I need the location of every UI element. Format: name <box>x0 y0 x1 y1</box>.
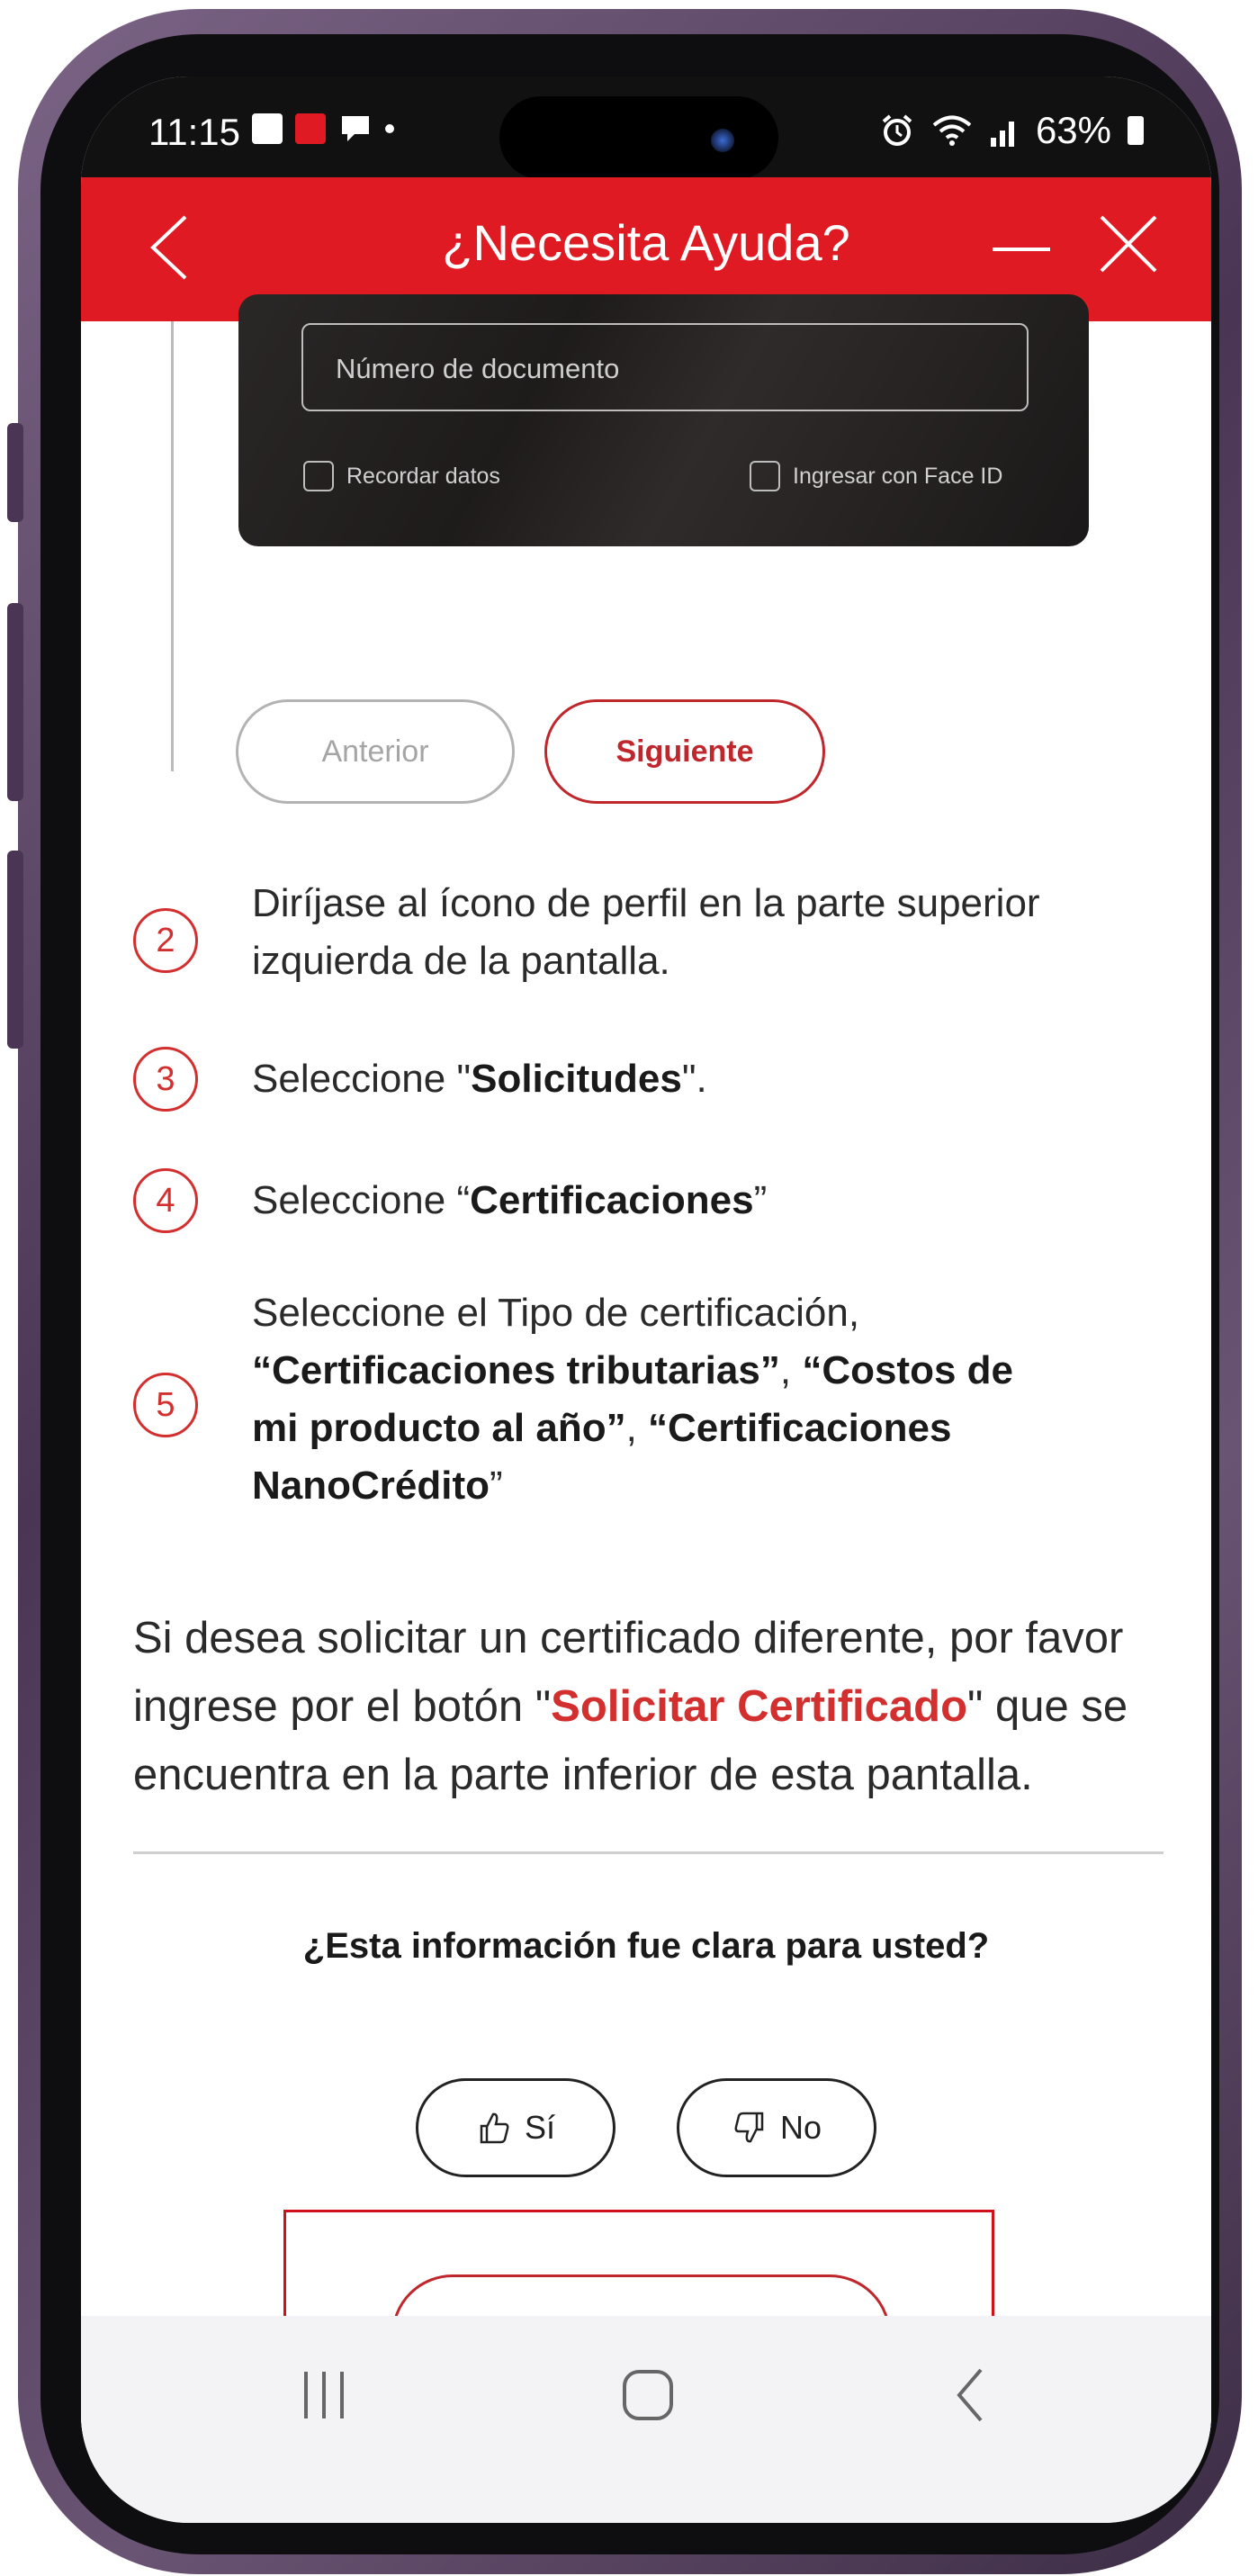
step-text: Seleccione "Solicitudes". <box>252 1057 707 1101</box>
status-time: 11:15 <box>148 111 240 153</box>
checkbox-icon <box>750 461 780 491</box>
next-button[interactable]: Siguiente <box>544 699 825 804</box>
camera-icon <box>711 129 734 152</box>
wifi-icon <box>932 115 972 146</box>
step-number: 2 <box>133 908 198 973</box>
step-number: 4 <box>133 1168 198 1233</box>
checkbox-icon <box>303 461 334 491</box>
remember-data-label: Recordar datos <box>346 463 500 489</box>
dot-icon <box>385 124 394 133</box>
face-id-label: Ingresar con Face ID <box>793 463 1003 489</box>
signal-icon <box>990 122 1014 147</box>
divider <box>133 1851 1164 1854</box>
back-icon[interactable] <box>936 2359 1008 2431</box>
login-screenshot-preview: Número de documento Recordar datos Ingre… <box>238 294 1089 546</box>
step-number: 3 <box>133 1047 198 1112</box>
minimize-icon[interactable] <box>985 213 1057 285</box>
alarm-icon <box>882 114 912 146</box>
recent-apps-icon[interactable] <box>288 2359 360 2431</box>
power-button <box>7 851 23 1049</box>
feedback-yes-button[interactable]: Sí <box>416 2078 616 2177</box>
step-text: Diríjase al ícono de perfil en la parte … <box>252 881 1040 983</box>
previous-button[interactable]: Anterior <box>236 699 515 804</box>
battery-percent: 63% <box>1035 109 1111 151</box>
volume-down-button <box>7 603 23 801</box>
home-icon[interactable] <box>612 2359 684 2431</box>
battery-icon <box>1128 116 1144 145</box>
system-status-icons: 63% <box>879 109 1144 152</box>
thumbs-up-icon <box>480 2112 509 2144</box>
feedback-question: ¿Esta información fue clara para usted? <box>302 1926 990 1966</box>
no-label: No <box>779 2109 822 2146</box>
remember-data-checkbox: Recordar datos <box>303 461 500 491</box>
app-icon <box>295 113 326 144</box>
status-bar: 11:15 63% <box>81 77 1211 179</box>
document-number-field: Número de documento <box>301 323 1029 411</box>
solicitar-certificado-highlight: Solicitar Certificado <box>551 1682 968 1731</box>
timeline-line <box>171 321 174 771</box>
step-number: 5 <box>133 1373 198 1437</box>
yes-label: Sí <box>524 2109 555 2146</box>
info-paragraph: Si desea solicitar un certificado difere… <box>133 1614 1128 1799</box>
thumbs-down-icon <box>734 2112 764 2143</box>
step-text: Seleccione el Tipo de certificación, “Cer… <box>252 1291 1014 1508</box>
android-nav-bar <box>81 2316 1211 2523</box>
help-content: Número de documento Recordar datos Ingre… <box>81 294 1211 2453</box>
face-id-checkbox: Ingresar con Face ID <box>750 461 1002 491</box>
camera-notch <box>499 96 778 179</box>
step-text: Seleccione “Certificaciones” <box>252 1178 768 1222</box>
feedback-no-button[interactable]: No <box>677 2078 876 2177</box>
close-icon[interactable] <box>1092 208 1164 280</box>
screen: 11:15 63% ¿Necesita Ayuda? Número de doc… <box>81 77 1211 2523</box>
chat-icon <box>342 116 369 141</box>
volume-up-button <box>7 423 23 522</box>
image-icon <box>252 113 283 144</box>
notification-icons <box>252 113 394 145</box>
